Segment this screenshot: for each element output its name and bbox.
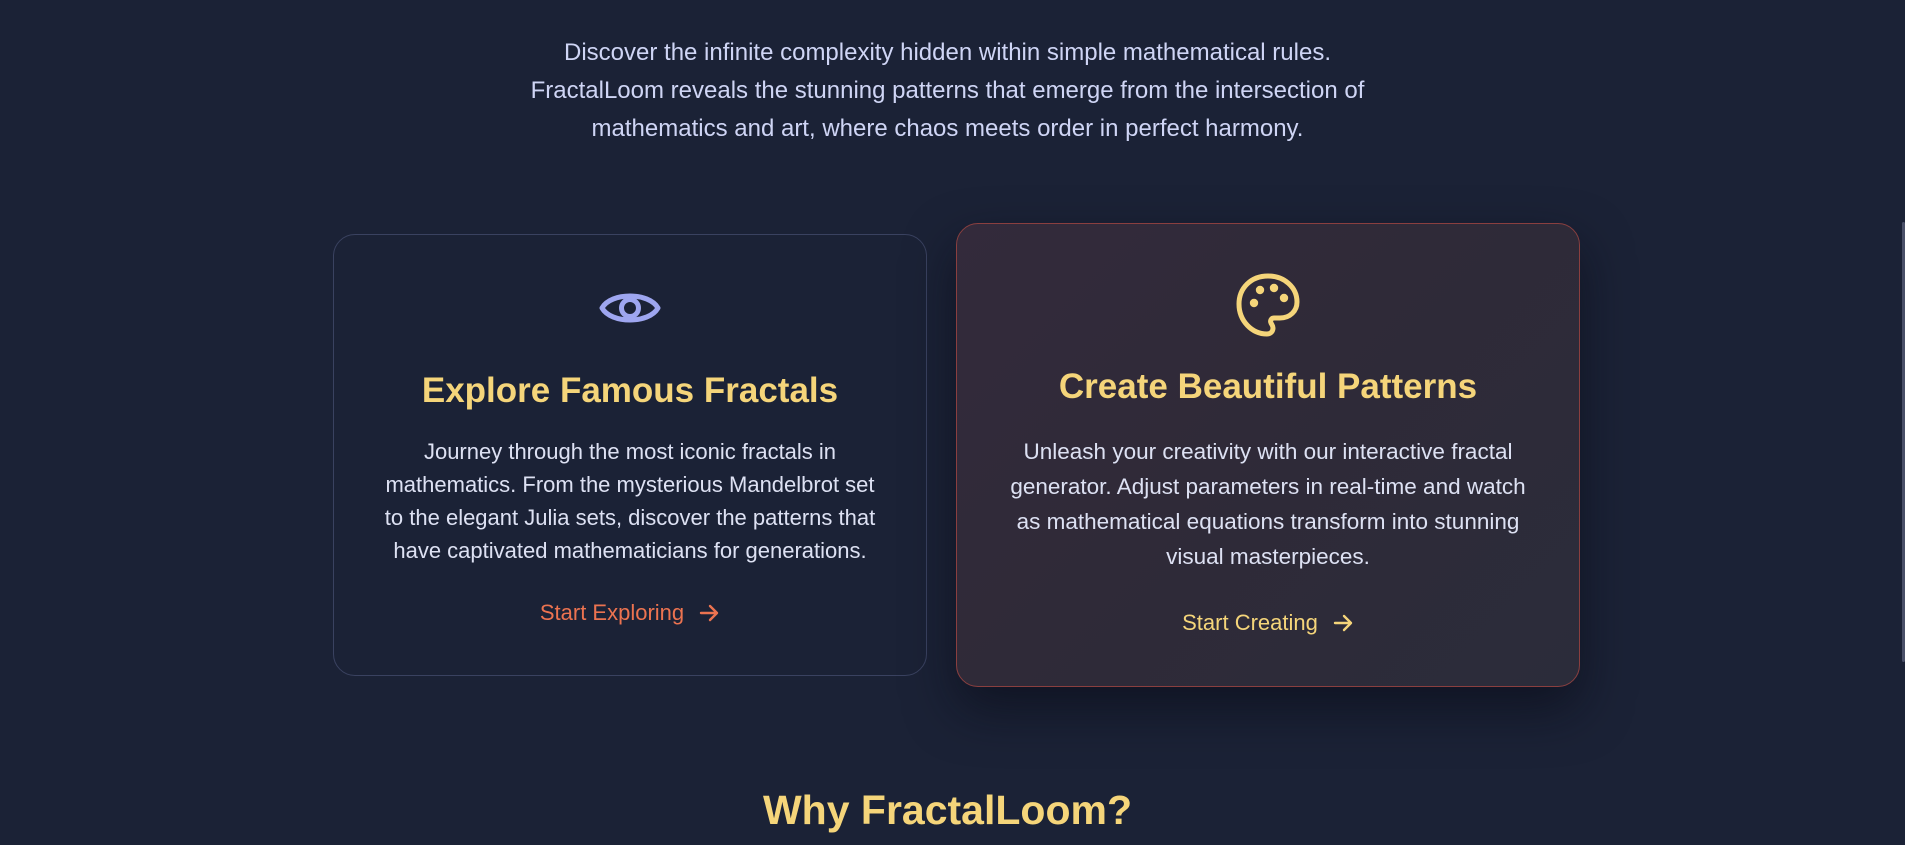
intro-paragraph: Discover the infinite complexity hidden … [0, 34, 1895, 148]
explore-card-description: Journey through the most iconic fractals… [384, 439, 876, 563]
start-exploring-label: Start Exploring [539, 600, 685, 625]
explore-card-title: Explore Famous Fractals [421, 371, 839, 410]
arrow-right-icon [1333, 614, 1353, 632]
start-creating-label: Start Creating [1182, 610, 1318, 635]
explore-fractals-card: Explore Famous Fractals Journey through … [333, 234, 927, 676]
intro-line-2: FractalLoom reveals the stunning pattern… [530, 77, 1365, 104]
create-patterns-card: Create Beautiful Patterns Unleash your c… [956, 223, 1580, 687]
create-card-description: Unleash your creativity with our interac… [1010, 439, 1526, 569]
intro-line-3: mathematics and art, where chaos meets o… [591, 115, 1304, 142]
palette-icon [1236, 273, 1300, 337]
why-fractalloom-heading: Why FractalLoom? [762, 787, 1133, 833]
create-card-title: Create Beautiful Patterns [1058, 367, 1478, 406]
eye-icon [599, 293, 661, 323]
intro-line-1: Discover the infinite complexity hidden … [564, 39, 1331, 66]
start-creating-link[interactable]: Start Creating [957, 610, 1579, 636]
start-exploring-link[interactable]: Start Exploring [334, 600, 926, 626]
arrow-right-icon [699, 604, 719, 622]
